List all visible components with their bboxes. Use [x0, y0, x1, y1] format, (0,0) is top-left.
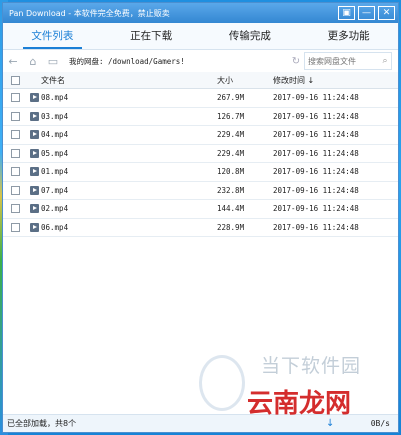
minimize-button[interactable]: —	[358, 6, 375, 20]
file-date: 2017-09-16 11:24:48	[273, 204, 359, 214]
file-size: 120.8M	[217, 167, 245, 177]
row-checkbox-cell	[3, 222, 27, 232]
row-checkbox[interactable]	[10, 185, 20, 195]
video-file-icon	[27, 167, 41, 177]
video-file-icon	[27, 222, 41, 232]
table-row[interactable]: 02.mp4 144.4M 2017-09-16 11:24:48	[3, 200, 398, 219]
table-row[interactable]: 06.mp4 228.9M 2017-09-16 11:24:48	[3, 219, 398, 237]
file-date: 2017-09-16 11:24:48	[273, 130, 359, 140]
video-file-icon	[27, 185, 41, 195]
row-checkbox[interactable]	[10, 93, 20, 103]
row-checkbox[interactable]	[10, 167, 20, 177]
row-checkbox[interactable]	[10, 111, 20, 121]
back-arrow-icon[interactable]: ←	[3, 55, 23, 68]
row-checkbox-cell	[3, 167, 27, 177]
row-checkbox-cell	[3, 111, 27, 121]
row-checkbox-cell	[3, 148, 27, 158]
search-icon[interactable]: ⌕	[379, 56, 391, 66]
tab-more[interactable]: 更多功能	[299, 23, 398, 49]
tab-completed[interactable]: 传输完成	[201, 23, 300, 49]
video-file-icon	[27, 204, 41, 214]
file-name: 06.mp4	[41, 222, 69, 232]
watermark-logo-icon	[199, 355, 245, 411]
table-row[interactable]: 07.mp4 232.8M 2017-09-16 11:24:48	[3, 182, 398, 200]
row-checkbox[interactable]	[10, 222, 20, 232]
table-row[interactable]: 05.mp4 229.4M 2017-09-16 11:24:48	[3, 145, 398, 163]
list-header: 文件名 大小 修改时间 ↓	[3, 72, 398, 89]
video-file-icon	[27, 130, 41, 140]
row-checkbox-cell	[3, 185, 27, 195]
window-title: Pan Download - 本软件完全免费，禁止贩卖	[9, 8, 170, 18]
file-size: 267.9M	[217, 93, 245, 103]
watermark-text-2: 云南龙网	[247, 389, 352, 419]
file-size: 144.4M	[217, 204, 245, 214]
row-checkbox[interactable]	[10, 148, 20, 158]
folder-icon[interactable]: ▭	[43, 55, 63, 68]
column-size[interactable]: 大小	[217, 75, 273, 86]
file-date: 2017-09-16 11:24:48	[273, 111, 359, 121]
table-row[interactable]: 01.mp4 120.8M 2017-09-16 11:24:48	[3, 163, 398, 182]
file-date: 2017-09-16 11:24:48	[273, 93, 359, 103]
path-bar: ← ⌂ ▭ 我的网盘: /download/Gamers! ↻ ⌕	[3, 50, 398, 73]
row-checkbox[interactable]	[10, 130, 20, 140]
current-path: 我的网盘: /download/Gamers!	[69, 56, 185, 66]
home-icon[interactable]: ⌂	[23, 55, 43, 68]
tab-file-list[interactable]: 文件列表	[3, 23, 102, 49]
row-checkbox[interactable]	[10, 204, 20, 214]
file-size: 126.7M	[217, 111, 245, 121]
file-size: 229.4M	[217, 130, 245, 140]
file-name: 05.mp4	[41, 148, 69, 158]
title-bar: Pan Download - 本软件完全免费，禁止贩卖 ▣ — ✕	[3, 3, 398, 23]
tab-downloading[interactable]: 正在下载	[102, 23, 201, 49]
table-row[interactable]: 04.mp4 229.4M 2017-09-16 11:24:48	[3, 126, 398, 145]
file-date: 2017-09-16 11:24:48	[273, 148, 359, 158]
video-file-icon	[27, 111, 41, 121]
select-all-cell	[3, 75, 27, 85]
row-checkbox-cell	[3, 93, 27, 103]
video-file-icon	[27, 148, 41, 158]
file-name: 04.mp4	[41, 130, 69, 140]
row-checkbox-cell	[3, 130, 27, 140]
file-date: 2017-09-16 11:24:48	[273, 185, 359, 195]
file-size: 229.4M	[217, 148, 245, 158]
file-rows: 08.mp4 267.9M 2017-09-16 11:24:48 03.mp4 126…	[3, 89, 398, 237]
file-size: 232.8M	[217, 185, 245, 195]
download-speed: 0B/s	[370, 419, 390, 428]
watermark: 当下软件园 云南龙网	[199, 351, 389, 419]
close-button[interactable]: ✕	[378, 6, 395, 20]
file-name: 08.mp4	[41, 93, 69, 103]
file-name: 02.mp4	[41, 204, 69, 214]
row-checkbox-cell	[3, 204, 27, 214]
column-name[interactable]: 文件名	[41, 75, 217, 86]
maximize-button[interactable]: ▣	[338, 6, 355, 20]
file-date: 2017-09-16 11:24:48	[273, 222, 359, 232]
select-all-checkbox[interactable]	[10, 75, 20, 85]
watermark-text-1: 当下软件园	[261, 355, 362, 377]
search-box: ⌕	[304, 52, 392, 70]
file-name: 07.mp4	[41, 185, 69, 195]
video-file-icon	[27, 93, 41, 103]
column-date[interactable]: 修改时间 ↓	[273, 75, 383, 86]
main-tabs: 文件列表 正在下载 传输完成 更多功能	[3, 23, 398, 50]
file-date: 2017-09-16 11:24:48	[273, 167, 359, 177]
table-row[interactable]: 03.mp4 126.7M 2017-09-16 11:24:48	[3, 108, 398, 126]
file-name: 01.mp4	[41, 167, 69, 177]
search-input[interactable]	[305, 56, 379, 66]
table-row[interactable]: 08.mp4 267.9M 2017-09-16 11:24:48	[3, 89, 398, 108]
file-size: 228.9M	[217, 222, 245, 232]
file-name: 03.mp4	[41, 111, 69, 121]
refresh-icon[interactable]: ↻	[288, 56, 304, 67]
